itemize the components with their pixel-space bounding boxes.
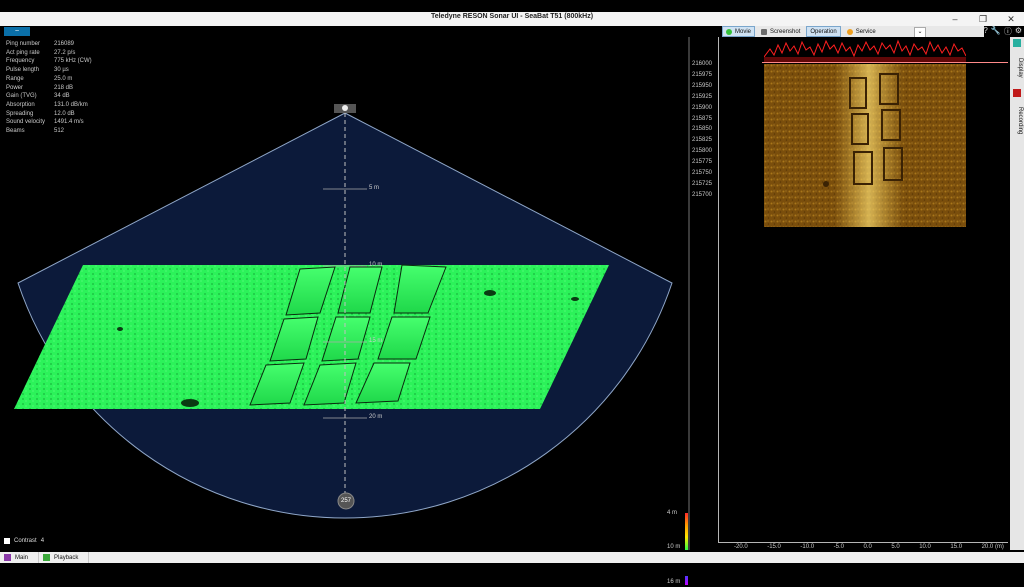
sonar-wedge-view[interactable]: 5 m 10 m 15 m 20 m 257 Ping number 216089… bbox=[0, 37, 688, 585]
recording-icon bbox=[1013, 89, 1021, 97]
status-bar: Contrast 4 Main Playback bbox=[0, 538, 1024, 576]
help-icon[interactable]: ? bbox=[983, 26, 987, 37]
beam-number: 257 bbox=[340, 498, 351, 504]
minimize-button[interactable]: – bbox=[948, 13, 962, 25]
tab-playback[interactable]: Playback bbox=[39, 552, 90, 563]
range-label-20: 20 m bbox=[369, 414, 383, 420]
title-bar: Teledyne RESON Sonar UI - SeaBat T51 (80… bbox=[0, 12, 1024, 27]
record-icon bbox=[726, 28, 732, 35]
close-button[interactable]: ✕ bbox=[1004, 13, 1018, 25]
bottom-tabs: Main Playback bbox=[0, 552, 1024, 563]
range-label-5: 5 m bbox=[369, 185, 380, 191]
operation-button[interactable]: Operation bbox=[806, 26, 841, 37]
ping-axis-labels: 216000 215975 215950 215925 215900 21587… bbox=[692, 61, 713, 198]
sonar-fan-display bbox=[14, 104, 673, 519]
service-button[interactable]: Service bbox=[843, 26, 880, 37]
app-window: Teledyne RESON Sonar UI - SeaBat T51 (80… bbox=[0, 0, 1024, 585]
contrast-value: 4 bbox=[40, 538, 45, 544]
tab-main[interactable]: Main bbox=[0, 552, 40, 563]
waterfall-image bbox=[764, 64, 966, 227]
camera-icon bbox=[761, 28, 768, 35]
tab-recording[interactable]: Recording bbox=[1011, 99, 1023, 143]
settings-icon[interactable]: ⚙ bbox=[1015, 26, 1022, 37]
screenshot-button[interactable]: Screenshot bbox=[757, 26, 804, 37]
movie-button[interactable]: Movie bbox=[722, 26, 756, 37]
playback-icon bbox=[43, 554, 51, 561]
sonar-info-panel: Ping number 216089 Act ping rate 27.2 p/s … bbox=[6, 41, 92, 135]
display-icon bbox=[1013, 39, 1021, 47]
range-label-15: 15 m bbox=[369, 338, 383, 344]
info-icon[interactable]: ⓘ bbox=[1004, 26, 1012, 37]
side-tab-strip: Display Recording bbox=[1010, 37, 1024, 550]
range-label-10: 10 m bbox=[369, 262, 383, 268]
window-title: Teledyne RESON Sonar UI - SeaBat T51 (80… bbox=[430, 13, 594, 20]
toolbar: ~ Movie Screenshot Operation Service ⌄ ?… bbox=[0, 26, 1024, 38]
chart-icon bbox=[4, 554, 11, 561]
tab-display[interactable]: Display bbox=[1011, 49, 1023, 87]
contrast-control[interactable]: Contrast 4 bbox=[4, 538, 44, 544]
teledyne-logo: ~ bbox=[4, 27, 30, 36]
contrast-checkbox[interactable] bbox=[4, 538, 10, 544]
maximize-button[interactable]: ❐ bbox=[976, 13, 990, 25]
service-icon bbox=[846, 28, 853, 35]
intensity-profile bbox=[764, 39, 966, 62]
waterfall-view[interactable]: 216000 215975 215950 215925 215900 21587… bbox=[690, 37, 1010, 550]
wrench-icon[interactable]: 🔧 bbox=[991, 26, 1001, 37]
